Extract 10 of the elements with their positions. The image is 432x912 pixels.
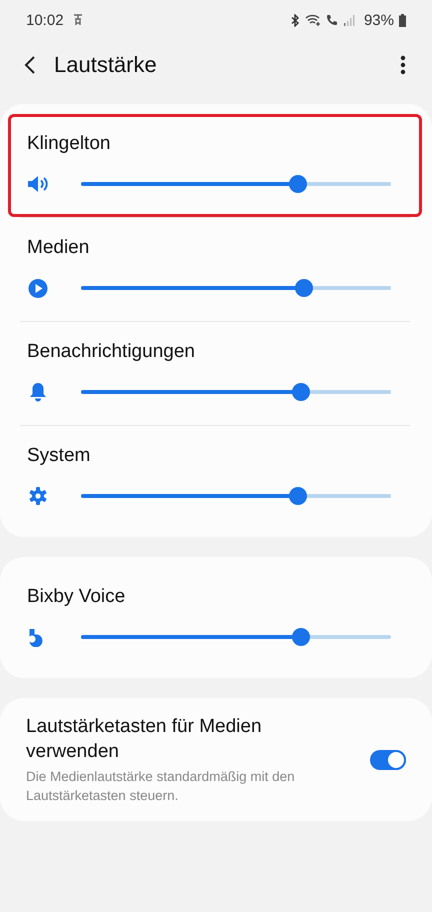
battery-percent: 93% [364, 12, 394, 28]
setting-description: Die Medienlautstärke standardmäßig mit den Lautstärketasten steuern. [26, 768, 296, 805]
volume-label: System [27, 445, 92, 467]
status-time: 10:02 [26, 12, 64, 28]
volume-label: Bixby Voice [27, 586, 126, 608]
page-title: Lautstärke [54, 52, 157, 78]
setting-title: Lautstärketasten für Medien verwenden [26, 715, 263, 764]
volume-label: Klingelton [27, 133, 112, 155]
volume-label: Medien [27, 237, 90, 259]
volume-label: Benachrichtigungen [27, 341, 196, 363]
